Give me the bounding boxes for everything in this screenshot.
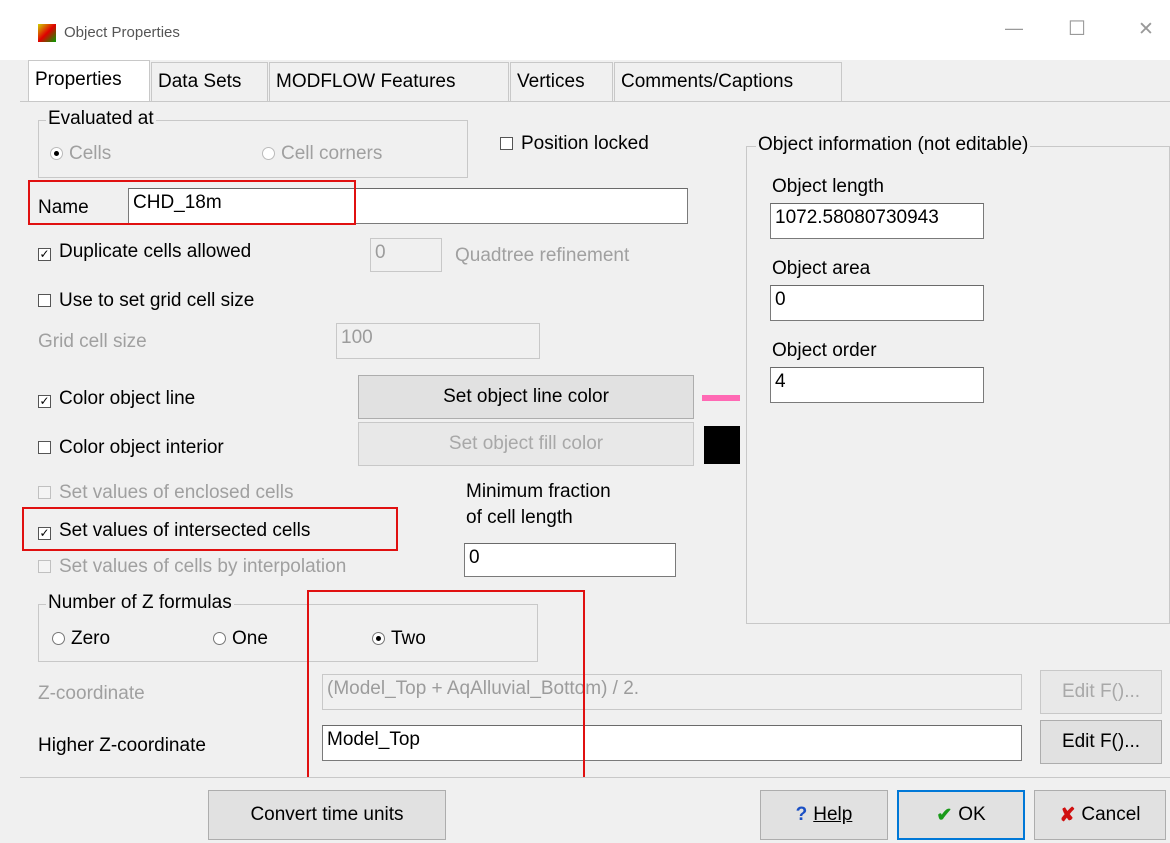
app-icon [38, 24, 56, 42]
position-locked-checkbox[interactable]: Position locked [500, 133, 649, 155]
object-area-label: Object area [772, 258, 871, 279]
tab-modflow-features[interactable]: MODFLOW Features [269, 62, 509, 102]
interpolation-box [38, 560, 51, 573]
ok-check-icon: ✔ [936, 804, 953, 826]
position-locked-label: Position locked [521, 133, 649, 154]
maximize-button[interactable]: ☐ [1068, 16, 1086, 41]
object-area-value: 0 [770, 285, 984, 321]
position-locked-box [500, 137, 513, 150]
radio-cell-corners-indicator [262, 147, 275, 160]
set-line-color-button[interactable]: Set object line color [358, 375, 694, 419]
object-order-label: Object order [772, 340, 877, 361]
duplicate-cells-label: Duplicate cells allowed [59, 241, 252, 262]
tab-data-sets[interactable]: Data Sets [151, 62, 268, 102]
interpolation-checkbox[interactable]: Set values of cells by interpolation [38, 556, 346, 578]
higher-z-input[interactable]: Model_Top [322, 725, 1022, 761]
radio-zero-label: Zero [71, 628, 111, 649]
tab-vertices[interactable]: Vertices [510, 62, 613, 102]
color-line-label: Color object line [59, 388, 196, 409]
intersected-cells-box: ✓ [38, 526, 51, 540]
object-length-label: Object length [772, 176, 884, 197]
radio-two-indicator [372, 632, 385, 645]
help-label: Help [813, 804, 853, 825]
use-grid-size-checkbox[interactable]: Use to set grid cell size [38, 290, 254, 312]
ok-button[interactable]: ✔ OK [897, 790, 1025, 840]
radio-one-indicator [213, 632, 226, 645]
color-interior-checkbox[interactable]: Color object interior [38, 437, 224, 459]
duplicate-cells-box: ✓ [38, 247, 51, 261]
minimize-button[interactable]: — [1005, 18, 1023, 39]
cancel-label: Cancel [1081, 804, 1141, 825]
edit-z-formula-button[interactable]: Edit F()... [1040, 670, 1162, 714]
line-color-swatch [702, 395, 740, 401]
object-info-legend: Object information (not editable) [756, 134, 1031, 156]
quadtree-input[interactable]: 0 [370, 238, 442, 272]
enclosed-cells-checkbox[interactable]: Set values of enclosed cells [38, 482, 293, 504]
min-fraction-label-2: of cell length [466, 507, 573, 528]
higher-z-label: Higher Z-coordinate [38, 735, 206, 756]
radio-cell-corners[interactable]: Cell corners [262, 143, 382, 165]
z-coordinate-label: Z-coordinate [38, 683, 145, 704]
enclosed-cells-box [38, 486, 51, 499]
fill-color-swatch [704, 426, 740, 464]
cancel-button[interactable]: ✘ Cancel [1034, 790, 1166, 840]
use-grid-size-label: Use to set grid cell size [59, 290, 255, 311]
cancel-x-icon: ✘ [1059, 804, 1076, 826]
ok-label: OK [958, 804, 986, 825]
window-title: Object Properties [64, 24, 180, 41]
name-input[interactable]: CHD_18m [128, 188, 688, 224]
intersected-cells-checkbox[interactable]: ✓ Set values of intersected cells [38, 520, 310, 542]
object-order-value: 4 [770, 367, 984, 403]
name-label: Name [38, 197, 89, 218]
edit-higher-z-formula-button[interactable]: Edit F()... [1040, 720, 1162, 764]
interpolation-label: Set values of cells by interpolation [59, 556, 347, 577]
convert-time-units-button[interactable]: Convert time units [208, 790, 446, 840]
min-fraction-input[interactable]: 0 [464, 543, 676, 577]
help-button[interactable]: ? Help [760, 790, 888, 840]
color-line-box: ✓ [38, 394, 51, 408]
radio-cells[interactable]: Cells [50, 143, 111, 165]
title-bar: Object Properties — ☐ ✕ [0, 0, 1170, 60]
object-length-value: 1072.58080730943 [770, 203, 984, 239]
evaluated-at-legend: Evaluated at [46, 108, 156, 130]
min-fraction-label-1: Minimum fraction [466, 481, 611, 502]
intersected-cells-label: Set values of intersected cells [59, 520, 311, 541]
grid-cell-size-input[interactable]: 100 [336, 323, 540, 359]
quadtree-label: Quadtree refinement [455, 245, 630, 266]
set-fill-color-button[interactable]: Set object fill color [358, 422, 694, 466]
duplicate-cells-checkbox[interactable]: ✓ Duplicate cells allowed [38, 241, 251, 263]
color-interior-label: Color object interior [59, 437, 224, 458]
radio-cell-corners-label: Cell corners [281, 143, 383, 164]
radio-two-label: Two [391, 628, 426, 649]
radio-one[interactable]: One [213, 628, 268, 650]
z-coordinate-input[interactable]: (Model_Top + AqAlluvial_Bottom) / 2. [322, 674, 1022, 710]
radio-zero[interactable]: Zero [52, 628, 110, 650]
radio-zero-indicator [52, 632, 65, 645]
tab-properties[interactable]: Properties [28, 60, 150, 102]
help-icon: ? [795, 804, 808, 825]
use-grid-size-box [38, 294, 51, 307]
z-formulas-legend: Number of Z formulas [46, 592, 234, 614]
color-interior-box [38, 441, 51, 454]
radio-cells-label: Cells [69, 143, 112, 164]
radio-cells-indicator [50, 147, 63, 160]
enclosed-cells-label: Set values of enclosed cells [59, 482, 294, 503]
radio-two[interactable]: Two [372, 628, 426, 650]
color-line-checkbox[interactable]: ✓ Color object line [38, 388, 195, 410]
radio-one-label: One [232, 628, 268, 649]
tab-comments-captions[interactable]: Comments/Captions [614, 62, 842, 102]
close-button[interactable]: ✕ [1138, 18, 1154, 41]
grid-cell-size-label: Grid cell size [38, 331, 147, 352]
